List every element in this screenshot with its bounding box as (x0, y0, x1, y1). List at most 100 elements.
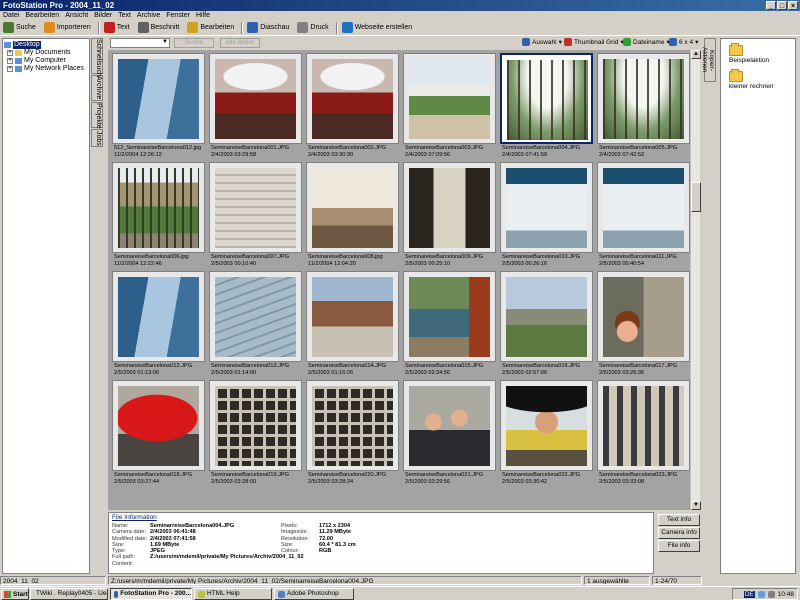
language-indicator[interactable]: DE (743, 590, 755, 598)
thumbnail-cell[interactable]: SeminareiseBarcelona023.JPG 2/5/2003 03:3… (597, 380, 690, 487)
action-beispielaktion[interactable]: Beispielaktion (729, 43, 795, 64)
thumbnail-cell[interactable]: 512_SeminareiseBarcelona012.jpg 11/2/2004… (112, 53, 205, 160)
task-html-help[interactable]: HTML Help (194, 588, 272, 600)
task-fotostation[interactable]: FotoStation Pro - 200... (110, 588, 192, 600)
toolbar-button-druck[interactable]: Druck (296, 21, 332, 35)
thumbnail-image[interactable] (409, 168, 490, 248)
toolbar-button-webseite-erstellen[interactable]: Webseite erstellen (341, 21, 416, 35)
search-button[interactable]: Suche (174, 38, 214, 48)
thumbnail-cell[interactable]: SeminareiseBarcelona008.jpg 11/2/2004 12:… (306, 162, 399, 269)
thumbnail-frame[interactable] (597, 271, 690, 362)
thumbnail-cell[interactable]: SeminareiseBarcelona011.JPG 2/5/2003 00:4… (597, 162, 690, 269)
thumbnail-image[interactable] (118, 168, 199, 248)
action-kleiner-rechnen[interactable]: kleiner rechnen (729, 69, 795, 90)
thumbnail-image[interactable] (506, 386, 587, 466)
thumbnail-cell[interactable]: SeminareiseBarcelona013.JPG 2/5/2003 01:1… (209, 271, 302, 378)
thumbnail-frame[interactable] (500, 53, 593, 144)
thumbnail-cell[interactable]: SeminareiseBarcelona022.JPG 2/5/2003 03:3… (500, 380, 593, 487)
thumbnail-frame[interactable] (112, 271, 205, 362)
toolbar-button-suche[interactable]: Suche (2, 21, 40, 35)
expand-icon[interactable]: + (7, 66, 13, 72)
thumbnail-frame[interactable] (500, 162, 593, 253)
toolbar-button-bearbeiten[interactable]: Bearbeiten (186, 21, 238, 35)
thumbnail-cell[interactable]: SeminareiseBarcelona021.JPG 2/5/2003 03:2… (403, 380, 496, 487)
thumbnail-cell[interactable]: SeminareiseBarcelona020.JPG 2/5/2003 03:2… (306, 380, 399, 487)
toolbar-button-diaschau[interactable]: Diaschau (246, 21, 293, 35)
toolbar-button-text[interactable]: Text (103, 21, 134, 35)
thumbnail-image[interactable] (506, 168, 587, 248)
tree-item-my-documents[interactable]: + My Documents (4, 49, 88, 57)
thumbnail-image[interactable] (409, 59, 490, 139)
thumbnail-frame[interactable] (403, 162, 496, 253)
thumbnail-cell[interactable]: SeminareiseBarcelona003.JPG 2/4/2003 07:0… (403, 53, 496, 160)
thumbnail-frame[interactable] (306, 271, 399, 362)
thumbnail-cell[interactable]: SeminareiseBarcelona010.JPG 2/5/2003 00:2… (500, 162, 593, 269)
thumbnail-frame[interactable] (403, 53, 496, 144)
tab-archive[interactable]: Archive (91, 75, 103, 101)
thumbnail-image[interactable] (409, 277, 490, 357)
tab-jobs[interactable]: Jobs (91, 129, 103, 147)
thumbnail-cell[interactable]: SeminareiseBarcelona007.JPG 2/5/2003 00:1… (209, 162, 302, 269)
thumbnail-image[interactable] (603, 386, 684, 466)
search-dropdown[interactable]: ▼ (110, 38, 170, 48)
menu-text[interactable]: Text (118, 11, 131, 20)
thumbnail-cell[interactable]: SeminareiseBarcelona004.JPG 2/4/2003 07:4… (500, 53, 593, 160)
start-button[interactable]: Start (1, 588, 29, 600)
tab-projekte[interactable]: Projekte (91, 102, 103, 129)
minimize-button[interactable]: _ (766, 1, 776, 10)
tree-item-desktop[interactable]: Desktop (4, 41, 88, 49)
network-icon[interactable] (757, 590, 765, 598)
thumbnail-frame[interactable] (306, 380, 399, 471)
thumbnail-cell[interactable]: SeminareiseBarcelona001.JPG 2/4/2003 03:2… (209, 53, 302, 160)
toolbar-button-importeren[interactable]: Importeren (43, 21, 95, 35)
thumbnail-image[interactable] (409, 386, 490, 466)
thumbnail-frame[interactable] (597, 380, 690, 471)
thumbnail-cell[interactable]: SeminareiseBarcelona019.JPG 2/5/2003 03:2… (209, 380, 302, 487)
all-images-button[interactable]: alle Bilder (220, 38, 260, 48)
thumbnail-frame[interactable] (209, 271, 302, 362)
thumbnail-frame[interactable] (306, 53, 399, 144)
thumbnail-frame[interactable] (597, 162, 690, 253)
thumbnail-image[interactable] (118, 59, 199, 139)
scroll-up-arrow[interactable]: ▲ (691, 50, 701, 59)
thumbnail-image[interactable] (215, 277, 296, 357)
thumbnail-image[interactable] (506, 277, 587, 357)
expand-icon[interactable]: + (7, 58, 13, 64)
thumbnail-frame[interactable] (209, 380, 302, 471)
thumbnail-cell[interactable]: SeminareiseBarcelona016.JPG 2/5/2003 02:5… (500, 271, 593, 378)
thumbnail-frame[interactable] (112, 162, 205, 253)
thumbnail-frame[interactable] (209, 162, 302, 253)
task-twiki[interactable]: TWiki . Replay0405 - Uebe... (30, 588, 108, 600)
thumbnail-frame[interactable] (597, 53, 690, 144)
thumbnail-frame[interactable] (403, 271, 496, 362)
thumbnail-image[interactable] (312, 59, 393, 139)
thumbnail-cell[interactable]: SeminareiseBarcelona017.JPG 2/5/2003 03:2… (597, 271, 690, 378)
thumbnail-cell[interactable]: SeminareiseBarcelona002.JPG 2/4/2003 03:3… (306, 53, 399, 160)
thumbnail-frame[interactable] (500, 271, 593, 362)
thumbnail-image[interactable] (118, 277, 199, 357)
menu-hilfe[interactable]: Hilfe (196, 11, 210, 20)
volume-icon[interactable] (767, 590, 775, 598)
close-button[interactable]: × (788, 1, 798, 10)
scroll-thumb[interactable] (691, 182, 701, 212)
toolbar-button-beschnitt[interactable]: Beschnitt (137, 21, 184, 35)
thumbnail-cell[interactable]: SeminareiseBarcelona009.JPG 2/5/2003 00:2… (403, 162, 496, 269)
thumbnail-cell[interactable]: SeminareiseBarcelona006.jpg 11/2/2004 12:… (112, 162, 205, 269)
thumbnail-image[interactable] (118, 386, 199, 466)
thumbnail-image[interactable] (603, 168, 684, 248)
thumbnail-image[interactable] (215, 168, 296, 248)
thumbnail-frame[interactable] (112, 380, 205, 471)
expand-icon[interactable]: + (7, 50, 13, 56)
thumbnail-frame[interactable] (500, 380, 593, 471)
menu-datei[interactable]: Datei (3, 11, 19, 20)
scroll-down-arrow[interactable]: ▼ (691, 501, 701, 510)
task-photoshop[interactable]: Adobe Photoshop (274, 588, 354, 600)
thumbnail-cell[interactable]: SeminareiseBarcelona005.JPG 2/4/2003 07:4… (597, 53, 690, 160)
thumbnail-image[interactable] (603, 59, 684, 139)
thumbnail-cell[interactable]: SeminareiseBarcelona014.JPG 2/5/2003 01:1… (306, 271, 399, 378)
thumbnail-image[interactable] (507, 60, 588, 140)
menu-bearbeiten[interactable]: Bearbeiten (25, 11, 59, 20)
thumbnail-frame[interactable] (209, 53, 302, 144)
menu-fenster[interactable]: Fenster (166, 11, 190, 20)
view-dropdown[interactable]: Thumbnail Grid▾ (564, 38, 624, 46)
